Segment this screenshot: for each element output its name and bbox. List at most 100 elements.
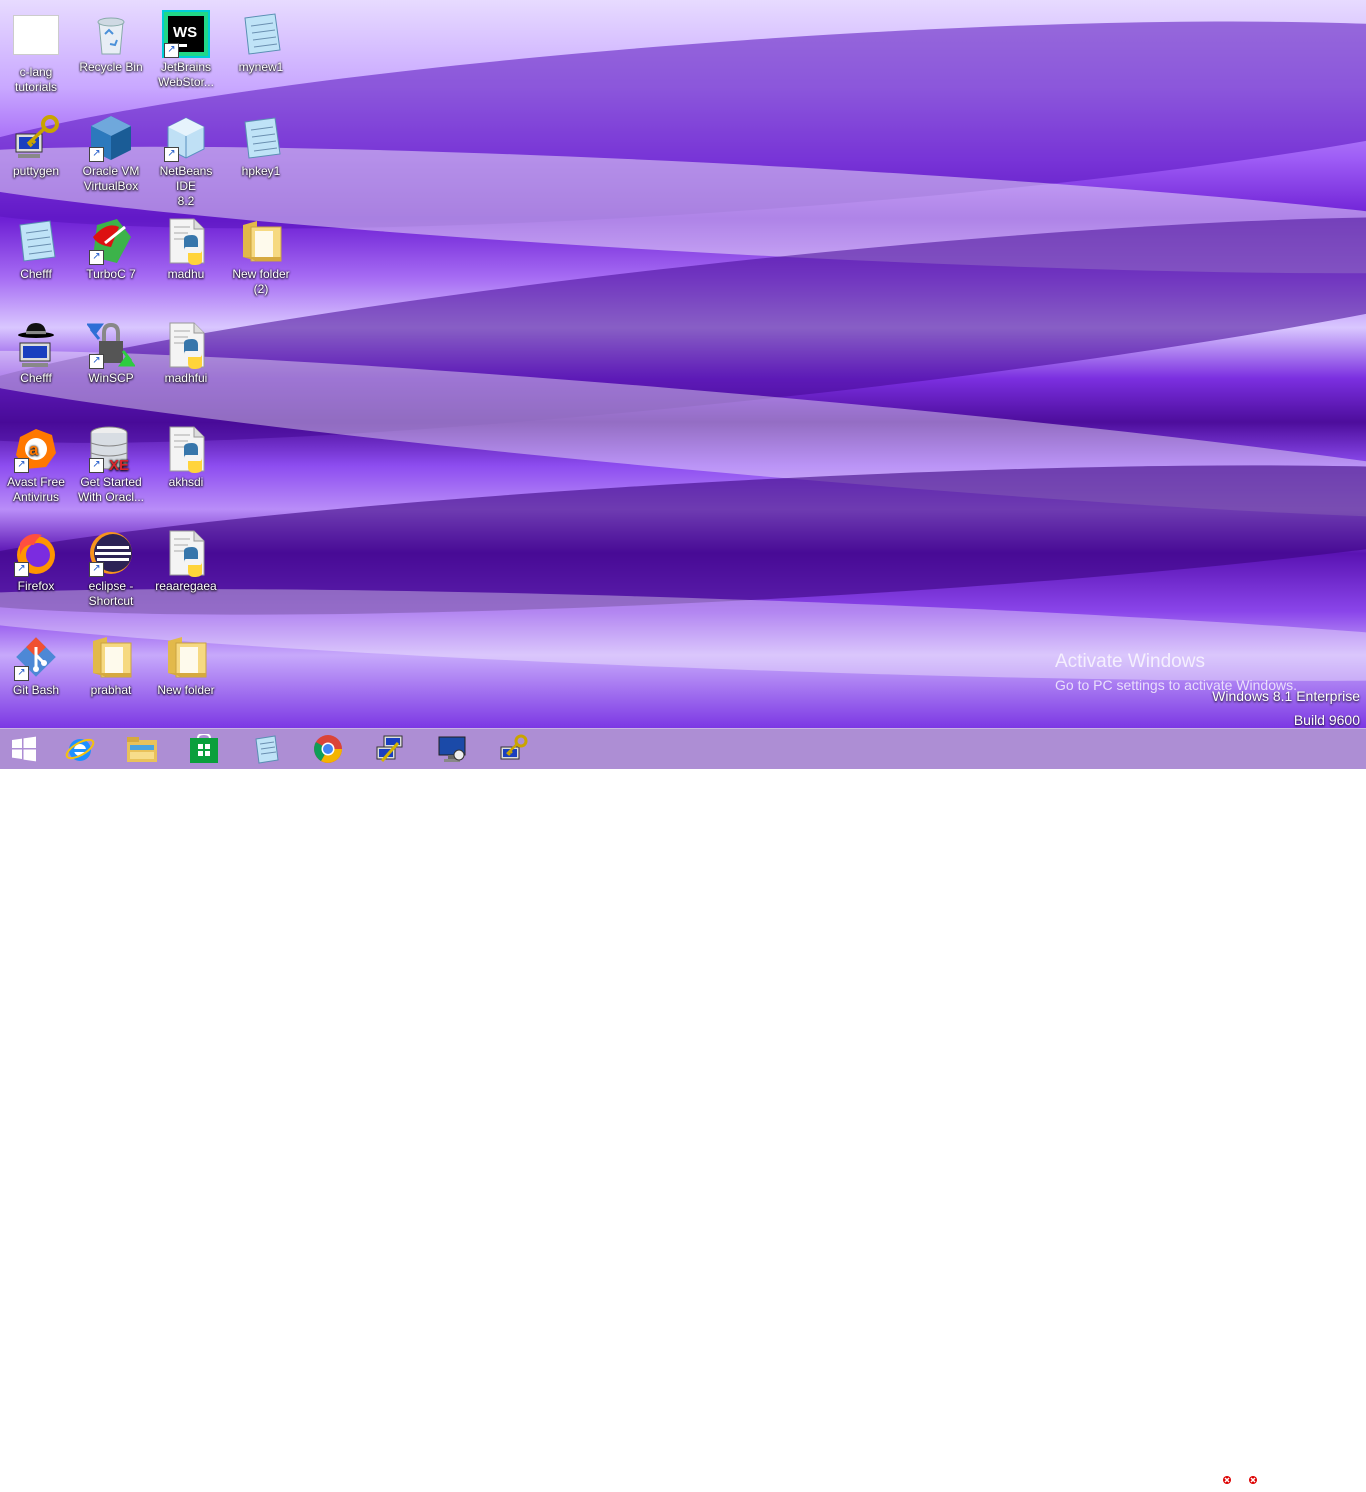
taskbar-puttygen[interactable] (370, 733, 410, 765)
desktop-icon[interactable]: mynew1 (224, 10, 298, 75)
volume-icon[interactable] (1264, 1468, 1282, 1489)
clock-date: 11/27/2019 (1293, 1478, 1349, 1490)
desktop-icon-label: Get Started With Oracl... (77, 475, 144, 504)
desktop-icon[interactable]: Chefff (0, 321, 73, 386)
shortcut-arrow-icon: ↗ (164, 43, 179, 58)
taskbar-store[interactable] (184, 733, 224, 765)
desktop-icon-label: TurboC 7 (86, 267, 136, 281)
winscp-icon: ↗ (86, 321, 136, 369)
desktop-icon[interactable]: Recycle Bin (74, 10, 148, 75)
action-center-icon[interactable] (1214, 1468, 1232, 1489)
desktop-icon[interactable]: puttygen (0, 114, 73, 179)
desktop-icon-label: Chefff (20, 371, 52, 385)
notepad-icon (255, 735, 279, 764)
shortcut-arrow-icon: ↗ (89, 147, 104, 162)
network-icon[interactable] (1240, 1468, 1258, 1489)
desktop-icon-label: prabhat (90, 683, 132, 697)
taskbar: ▲ 11:46 AM 11/27/2019 (0, 728, 1366, 1490)
git-bash-icon: ↗ (12, 633, 60, 681)
desktop-icon[interactable]: ↗ Git Bash (0, 633, 73, 698)
desktop-icon[interactable]: ↗ NetBeans IDE 8.2 (149, 114, 223, 209)
desktop-icon[interactable]: New folder (149, 633, 223, 698)
desktop-icon[interactable]: XE ↗ Get Started With Oracl... (74, 425, 148, 505)
python-file-icon (162, 425, 210, 473)
system-clock[interactable]: 11:46 AM 11/27/2019 (1288, 1462, 1354, 1492)
folder-icon (162, 633, 210, 681)
turboc-icon: ↗ (87, 217, 135, 265)
desktop-icon-label: Oracle VM VirtualBox (82, 164, 140, 193)
chef-app-icon (12, 321, 60, 369)
desktop-icon[interactable]: reaaregaea (149, 529, 223, 594)
remote-desktop-icon (438, 736, 466, 762)
taskbar-pageant[interactable] (494, 733, 534, 765)
clock-time: 11:46 AM (1298, 1463, 1344, 1475)
start-button[interactable] (4, 733, 44, 765)
shortcut-arrow-icon: ↗ (89, 354, 104, 369)
taskbar-remote-desktop[interactable] (432, 733, 472, 765)
netbeans-icon: ↗ (162, 114, 210, 162)
avast-icon: a ↗ (12, 425, 60, 473)
desktop-icon-label: Avast Free Antivirus (7, 475, 65, 504)
taskbar-notepad[interactable] (246, 733, 286, 765)
desktop-icon[interactable]: Chefff (0, 217, 73, 282)
folder-icon (87, 633, 135, 681)
start-icon (12, 736, 36, 762)
shortcut-arrow-icon: ↗ (89, 562, 104, 577)
shortcut-arrow-icon: ↗ (14, 666, 29, 681)
shortcut-arrow-icon: ↗ (14, 458, 29, 473)
webstorm-icon: WS ↗ (162, 10, 210, 58)
desktop-icon-label: NetBeans IDE 8.2 (159, 164, 213, 208)
desktop-icon[interactable]: New folder (2) (224, 217, 298, 297)
desktop-icon-label: madhu (167, 267, 205, 281)
tray-expand-button[interactable]: ▲ (1195, 1469, 1207, 1483)
svg-text:a: a (29, 440, 39, 459)
desktop-icon[interactable]: ↗ WinSCP (74, 321, 148, 386)
firefox-icon: ↗ (12, 529, 60, 577)
desktop-icon-label: mynew1 (238, 60, 284, 74)
recycle-bin-icon (87, 10, 135, 58)
folder-icon (237, 217, 285, 265)
desktop-icon-label: Git Bash (12, 683, 60, 697)
puttygen-icon (376, 735, 403, 762)
watermark-title: Activate Windows (1055, 651, 1205, 672)
virtualbox-icon: ↗ (87, 114, 135, 162)
desktop-icon-label: JetBrains WebStor... (158, 60, 214, 89)
desktop-icon-label: Firefox (17, 579, 55, 593)
notepad-icon (237, 114, 285, 162)
desktop-icon[interactable]: ↗ eclipse - Shortcut (74, 529, 148, 609)
python-file-icon (162, 321, 210, 369)
desktop-icon[interactable]: WS ↗ JetBrains WebStor... (149, 10, 223, 90)
desktop-icon[interactable]: madhfui (149, 321, 223, 386)
desktop-icon[interactable]: a ↗ Avast Free Antivirus (0, 425, 73, 505)
desktop-icon[interactable]: prabhat (74, 633, 148, 698)
desktop-icon-label: puttygen (12, 164, 60, 178)
python-file-icon (162, 217, 210, 265)
python-file-icon (162, 529, 210, 577)
desktop-icon[interactable]: c-lang tutorials (0, 10, 73, 95)
chrome-icon (314, 735, 342, 763)
shortcut-arrow-icon: ↗ (89, 458, 104, 473)
blank-file-icon (12, 15, 60, 63)
desktop-icon[interactable]: madhu (149, 217, 223, 282)
os-name: Windows 8.1 Enterprise (1212, 688, 1360, 704)
shortcut-arrow-icon: ↗ (89, 250, 104, 265)
desktop-icon-label: hpkey1 (241, 164, 281, 178)
taskbar-chrome[interactable] (308, 733, 348, 765)
desktop-icon[interactable]: ↗ Oracle VM VirtualBox (74, 114, 148, 194)
desktop-icon[interactable]: ↗ TurboC 7 (74, 217, 148, 282)
taskbar-file-explorer[interactable] (122, 733, 162, 765)
desktop-icon-label: Recycle Bin (79, 60, 143, 74)
taskbar-internet-explorer[interactable] (60, 733, 100, 765)
desktop-icon-label: reaaregaea (155, 579, 217, 593)
os-version: Windows 8.1 Enterprise Build 9600 (1212, 684, 1360, 732)
desktop-icon-label: akhsdi (168, 475, 204, 489)
desktop-icon-label: eclipse - Shortcut (88, 579, 134, 608)
desktop-icon-label: New folder (2) (232, 267, 290, 296)
shortcut-arrow-icon: ↗ (164, 147, 179, 162)
desktop-icon[interactable]: akhsdi (149, 425, 223, 490)
puttygen-icon (12, 114, 60, 162)
eclipse-icon: ↗ (87, 529, 135, 577)
desktop-icon[interactable]: ↗ Firefox (0, 529, 73, 594)
desktop-icon[interactable]: hpkey1 (224, 114, 298, 179)
file-explorer-icon (127, 737, 157, 762)
